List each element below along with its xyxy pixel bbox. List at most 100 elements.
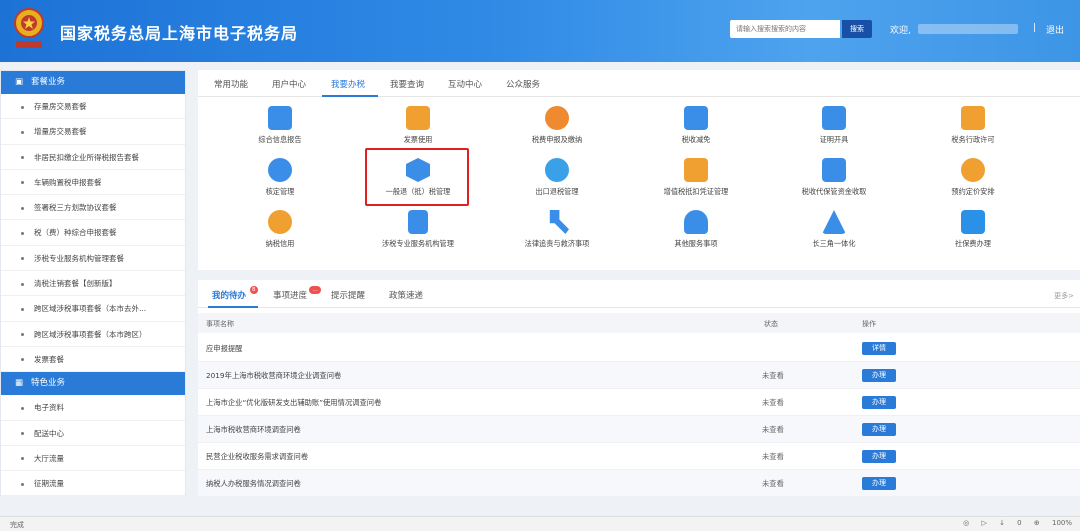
todo-count-badge: 8: [250, 286, 258, 294]
triangle-icon: [822, 210, 846, 234]
service-invoice-use[interactable]: 发票使用: [353, 106, 483, 145]
sidebar-item[interactable]: 车辆购置税申报套餐: [1, 170, 185, 196]
service-declare-pay[interactable]: 税费申报及缴纳: [492, 106, 622, 145]
zoom-icon[interactable]: ⊕: [1034, 519, 1040, 527]
tab-public-service[interactable]: 公众服务: [506, 78, 540, 90]
service-tax-credit[interactable]: 纳税信用: [215, 210, 345, 249]
table-row: 应申报提醒 详情: [198, 335, 1080, 362]
bullet-icon: [21, 231, 24, 235]
bullet-icon: [21, 181, 24, 185]
bullet-icon: [21, 130, 24, 134]
col-name: 事项名称: [206, 320, 234, 328]
service-admin-license[interactable]: 税务行政许可: [908, 106, 1038, 145]
cube-icon: ▣: [15, 77, 24, 87]
sidebar-section-featured[interactable]: ▦ 特色业务: [1, 372, 185, 396]
tab-reminders[interactable]: 提示提醒: [331, 289, 365, 301]
progress-badge: …: [309, 286, 321, 294]
tab-progress[interactable]: 事项进度: [273, 289, 307, 301]
social-security-icon: [961, 210, 985, 234]
status-right: ◎ ▷ ↓ 0 ⊕ 100%: [953, 519, 1072, 527]
header-divider: |: [1033, 23, 1037, 33]
certificate-icon: [822, 106, 846, 130]
site-title: 国家税务总局上海市电子税务局: [60, 24, 299, 43]
service-agency-mgmt[interactable]: 涉税专业服务机构管理: [353, 210, 483, 249]
service-certificate[interactable]: 证明开具: [769, 106, 899, 145]
service-pricing-arrangement[interactable]: 预约定价安排: [908, 158, 1038, 197]
tab-interaction[interactable]: 互动中心: [448, 78, 482, 90]
bullet-icon: [21, 156, 24, 160]
speaker-icon[interactable]: ▷: [981, 519, 986, 527]
declare-icon: [545, 106, 569, 130]
service-comprehensive-report[interactable]: 综合信息报告: [215, 106, 345, 145]
sidebar-item[interactable]: 配送中心: [1, 421, 185, 446]
zoom-level[interactable]: 100%: [1052, 519, 1072, 527]
table-row: 上海市企业“优化版研发支出辅助账”使用情况调查问卷 未查看 办理: [198, 389, 1080, 416]
sidebar-item[interactable]: 电子资料: [1, 395, 185, 421]
service-legal-remedy[interactable]: 法律追责与救济事项: [492, 210, 622, 249]
approve-icon: [268, 158, 292, 182]
service-other[interactable]: 其他服务事项: [631, 210, 761, 249]
sidebar-item[interactable]: 涉税专业服务机构管理套餐: [1, 246, 185, 272]
bullet-icon: [21, 333, 24, 337]
sidebar-item[interactable]: 清税注销套餐【创新版】: [1, 271, 185, 297]
header: 国家税务总局上海市电子税务局 搜索 欢迎, | 退出: [0, 0, 1080, 62]
search-button[interactable]: 搜索: [842, 20, 872, 38]
tab-policy[interactable]: 政策速递: [389, 289, 423, 301]
search-input[interactable]: [730, 20, 840, 38]
bullet-icon: [21, 105, 24, 109]
service-custody-fund[interactable]: 税收代保管资金收取: [769, 158, 899, 197]
handle-button[interactable]: 办理: [862, 396, 896, 409]
sidebar-item[interactable]: 非居民扣缴企业所得税报告套餐: [1, 145, 185, 170]
invoice-icon: [406, 106, 430, 130]
table-row: 2019年上海市税收营商环境企业调查问卷 未查看 办理: [198, 362, 1080, 389]
license-icon: [961, 106, 985, 130]
service-vat-voucher[interactable]: 增值税抵扣凭证管理: [631, 158, 761, 197]
clock-icon: [961, 158, 985, 182]
service-tabs: 常用功能 用户中心 我要办税 我要查询 互动中心 公众服务: [198, 70, 1080, 97]
detail-button[interactable]: 详情: [862, 342, 896, 355]
sidebar-item[interactable]: 发票套餐: [1, 347, 185, 373]
sidebar-item[interactable]: 跨区域涉税事项套餐（本市去外...: [1, 296, 185, 322]
handle-button[interactable]: 办理: [862, 450, 896, 463]
sidebar-section-package[interactable]: ▣ 套餐业务: [1, 71, 185, 94]
tab-query[interactable]: 我要查询: [390, 78, 424, 90]
bullet-icon: [21, 432, 24, 436]
sidebar-item[interactable]: 税（费）种综合申报套餐: [1, 220, 185, 246]
handle-button[interactable]: 办理: [862, 369, 896, 382]
sidebar-item[interactable]: 签署税三方划款协议套餐: [1, 195, 185, 221]
highlight-box: [365, 148, 469, 206]
sidebar-item[interactable]: 存量房交易套餐: [1, 94, 185, 120]
shield-icon[interactable]: ◎: [963, 519, 969, 527]
welcome-text: 欢迎,: [890, 26, 911, 36]
service-yangtze-delta[interactable]: 长三角一体化: [769, 210, 899, 249]
sidebar-item[interactable]: 大厅流量: [1, 446, 185, 472]
grid-icon: ▦: [15, 378, 24, 389]
bullet-icon: [21, 406, 24, 410]
col-status: 状态: [764, 320, 778, 328]
sidebar-item[interactable]: 跨区域涉税事项套餐（本市跨区）: [1, 322, 185, 347]
tab-tax-handling[interactable]: 我要办税: [331, 78, 365, 90]
tab-common[interactable]: 常用功能: [214, 78, 248, 90]
status-bar: 完成 ◎ ▷ ↓ 0 ⊕ 100%: [0, 516, 1080, 531]
status-text: 完成: [10, 521, 24, 529]
tab-user-center[interactable]: 用户中心: [272, 78, 306, 90]
handle-button[interactable]: 办理: [862, 477, 896, 490]
services-panel: 常用功能 用户中心 我要办税 我要查询 互动中心 公众服务 综合信息报告 发票使…: [198, 70, 1080, 270]
bullet-icon: [21, 282, 24, 286]
handle-button[interactable]: 办理: [862, 423, 896, 436]
search-box[interactable]: [730, 20, 840, 38]
active-tab-underline: [208, 306, 258, 308]
more-link[interactable]: 更多>: [1054, 291, 1074, 301]
tabs-divider: [198, 307, 1080, 308]
service-social-security[interactable]: 社保费办理: [908, 210, 1038, 249]
service-tax-relief[interactable]: 税收减免: [631, 106, 761, 145]
tab-my-todo[interactable]: 我的待办: [212, 289, 246, 301]
sidebar-item[interactable]: 征期流量: [1, 471, 185, 497]
tax-relief-icon: [684, 106, 708, 130]
service-approval-mgmt[interactable]: 核定管理: [215, 158, 345, 197]
download-icon[interactable]: ↓: [999, 519, 1005, 527]
logout-link[interactable]: 退出: [1046, 23, 1064, 36]
sidebar-item[interactable]: 增量房交易套餐: [1, 119, 185, 145]
service-export-refund[interactable]: 出口退税管理: [492, 158, 622, 197]
tax-emblem-logo: [14, 8, 44, 48]
